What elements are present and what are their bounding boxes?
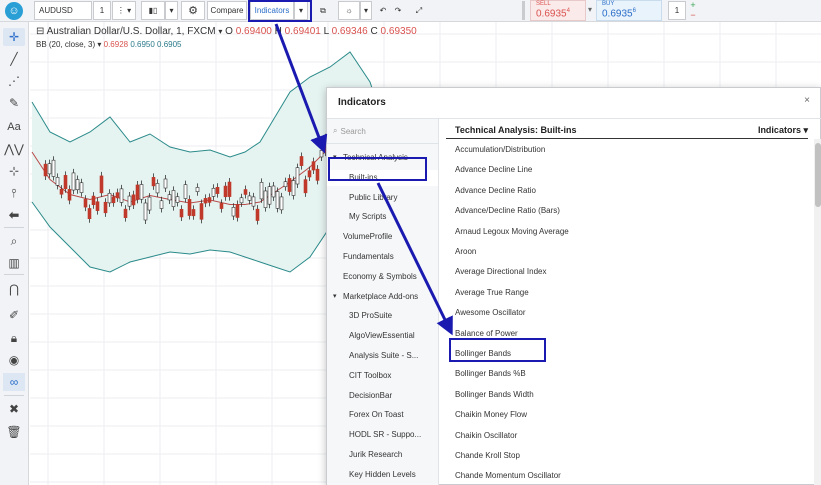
arrow-to-bollinger-bands (376, 182, 453, 336)
annotation-arrows (274, 23, 453, 336)
arrow-to-built-ins (274, 23, 328, 154)
